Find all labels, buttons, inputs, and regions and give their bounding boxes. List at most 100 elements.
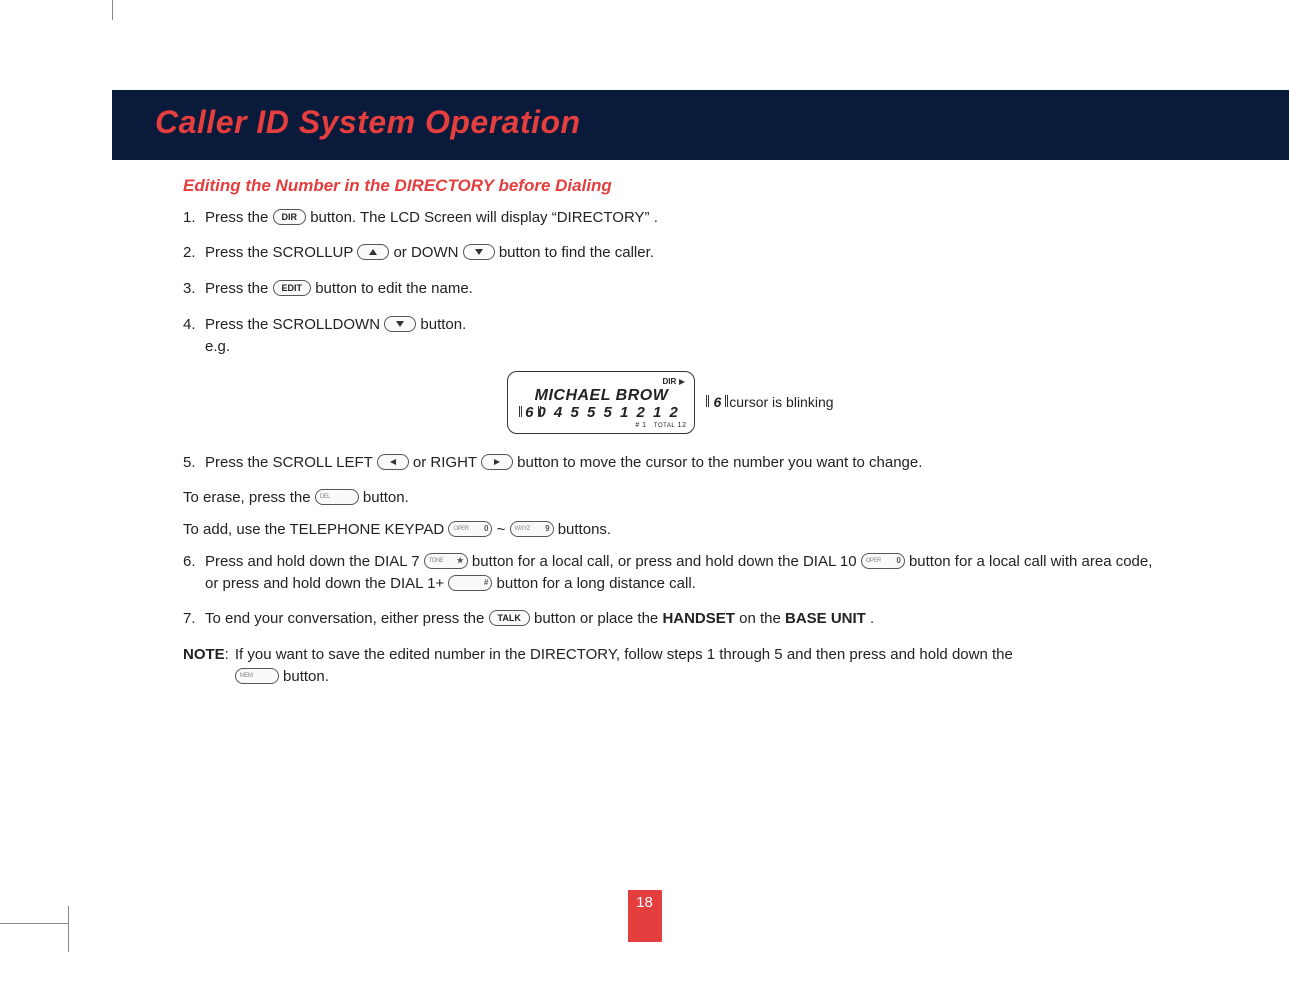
section-title: Editing the Number in the DIRECTORY befo… (183, 174, 1158, 199)
page-title: Caller ID System Operation (155, 104, 581, 141)
triangle-right-icon (678, 376, 686, 388)
text: button. (420, 316, 466, 333)
crop-mark-left-h (0, 923, 68, 924)
step-2: 2. Press the SCROLLUP or DOWN button to … (183, 242, 1158, 264)
note-colon: : (225, 646, 229, 663)
step-body: To end your conversation, either press t… (205, 608, 1158, 630)
lcd-hash-label: # (635, 422, 639, 429)
lcd-name: MICHAEL BROW (516, 388, 686, 405)
keypad-digit: ★ (457, 555, 464, 567)
text: button for a local call, or press and ho… (472, 553, 861, 570)
text: button to find the caller. (499, 244, 654, 261)
keypad-digit: 0 (896, 555, 900, 567)
step-number: 4. (183, 314, 205, 358)
text: button or place the (534, 610, 662, 627)
lcd-screen: DIR MICHAEL BROW 60 4 5 5 5 1 2 1 2 # 1 … (507, 371, 695, 433)
erase-instruction: To erase, press the DEL button. (183, 487, 1158, 509)
scroll-right-icon (481, 454, 513, 470)
cursor-note-text: cursor is blinking (729, 392, 833, 412)
note-label: NOTE: (183, 644, 229, 688)
step-7: 7. To end your conversation, either pres… (183, 608, 1158, 630)
page-number: 18 (628, 890, 662, 942)
text: button. (283, 668, 329, 685)
text: If you want to save the edited number in… (235, 646, 1013, 663)
keypad-9-icon: WXYZ 9 (510, 521, 554, 537)
step-number: 5. (183, 452, 205, 474)
keypad-hint: OPER (866, 557, 881, 566)
text: ~ (497, 521, 510, 538)
text: To erase, press the (183, 489, 315, 506)
text: button to edit the name. (315, 280, 473, 297)
keypad-digit: # (484, 577, 488, 589)
base-unit-bold: BASE UNIT (785, 610, 866, 627)
step-number: 7. (183, 608, 205, 630)
text: To add, use the TELEPHONE KEYPAD (183, 521, 448, 538)
lcd-dir-label: DIR (662, 377, 676, 386)
text: “DIRECTORY” (552, 209, 650, 226)
keypad-hint: TONE (429, 557, 444, 566)
lcd-cursor-digit: 6 (523, 404, 537, 421)
step-6: 6. Press and hold down the DIAL 7 TONE ★… (183, 551, 1158, 595)
text: button. The LCD Screen will display (310, 209, 552, 226)
add-instruction: To add, use the TELEPHONE KEYPAD OPER 0 … (183, 519, 1158, 541)
step-1: 1. Press the DIR button. The LCD Screen … (183, 207, 1158, 229)
lcd-number: 60 4 5 5 5 1 2 1 2 (516, 405, 686, 421)
memory-keypad-icon: MEM (235, 668, 279, 684)
keypad-star-icon: TONE ★ (424, 553, 468, 569)
step-body: Press the SCROLLUP or DOWN button to fin… (205, 242, 1158, 264)
handset-bold: HANDSET (662, 610, 735, 627)
step-number: 2. (183, 242, 205, 264)
keypad-0-icon: OPER 0 (861, 553, 905, 569)
text: or RIGHT (413, 454, 481, 471)
lcd-total-value: 12 (678, 422, 687, 429)
step-number: 3. (183, 278, 205, 300)
step-body: Press the EDIT button to edit the name. (205, 278, 1158, 300)
text: button. (363, 489, 409, 506)
lcd-footer: # 1 TOTAL 12 (516, 421, 686, 431)
step-body: Press and hold down the DIAL 7 TONE ★ bu… (205, 551, 1158, 595)
text: Press the SCROLLDOWN (205, 316, 384, 333)
step-number: 6. (183, 551, 205, 595)
text: . (870, 610, 874, 627)
delete-keypad-icon: DEL (315, 489, 359, 505)
note-label-bold: NOTE (183, 646, 225, 663)
text: Press the (205, 209, 273, 226)
keypad-hint: WXYZ (515, 525, 530, 534)
edit-button-icon: EDIT (273, 280, 312, 296)
text: button for a long distance call. (497, 575, 696, 592)
keypad-digit: 0 (484, 523, 488, 535)
keypad-digit: 9 (545, 523, 549, 535)
talk-button-icon: TALK (489, 610, 530, 626)
text: . (654, 209, 658, 226)
text: or DOWN (393, 244, 462, 261)
step-3: 3. Press the EDIT button to edit the nam… (183, 278, 1158, 300)
scroll-up-icon (357, 244, 389, 260)
text: Press the (205, 280, 273, 297)
step-body: Press the SCROLL LEFT or RIGHT button to… (205, 452, 1158, 474)
step-body: Press the SCROLLDOWN button. e.g. (205, 314, 1158, 358)
scroll-down-icon (384, 316, 416, 332)
text: Press the SCROLLUP (205, 244, 357, 261)
scroll-down-icon (463, 244, 495, 260)
text: on the (739, 610, 785, 627)
content-area: Editing the Number in the DIRECTORY befo… (183, 174, 1158, 688)
scroll-left-icon (377, 454, 409, 470)
step-4: 4. Press the SCROLLDOWN button. e.g. (183, 314, 1158, 358)
note-row: NOTE: If you want to save the edited num… (183, 644, 1158, 688)
text: Press and hold down the DIAL 7 (205, 553, 424, 570)
keypad-hint: DEL (320, 493, 330, 502)
keypad-0-icon: OPER 0 (448, 521, 492, 537)
keypad-hash-icon: # (448, 575, 492, 591)
crop-mark-top (112, 0, 113, 20)
text: buttons. (558, 521, 611, 538)
lcd-hash-value: 1 (642, 422, 646, 429)
text: button to move the cursor to the number … (517, 454, 922, 471)
step-number: 1. (183, 207, 205, 229)
step-body: Press the DIR button. The LCD Screen wil… (205, 207, 1158, 229)
text: Press the SCROLL LEFT (205, 454, 377, 471)
crop-mark-left-v (68, 906, 69, 952)
lcd-example: DIR MICHAEL BROW 60 4 5 5 5 1 2 1 2 # 1 … (183, 371, 1158, 433)
example-label: e.g. (205, 336, 1158, 358)
cursor-note: 6 cursor is blinking (709, 392, 833, 412)
step-5: 5. Press the SCROLL LEFT or RIGHT button… (183, 452, 1158, 474)
